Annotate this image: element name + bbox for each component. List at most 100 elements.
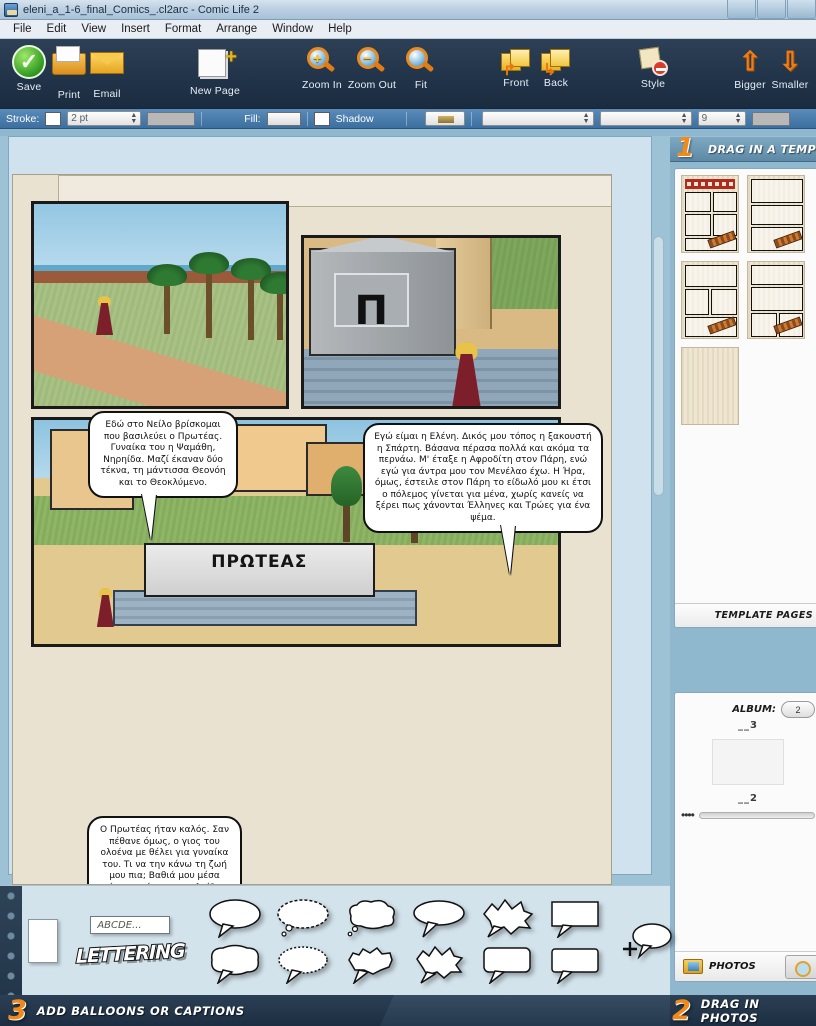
text-color-swatch[interactable] bbox=[751, 111, 790, 126]
work-area: Π ΠΡΩΤΕΑΣ Εδώ στο Νείλο βρίσκομαι που βα… bbox=[0, 133, 816, 982]
menu-edit[interactable]: Edit bbox=[40, 21, 74, 37]
caption-rectangle[interactable] bbox=[547, 898, 603, 938]
template-thumb-2[interactable] bbox=[747, 175, 805, 253]
menu-view[interactable]: View bbox=[74, 21, 113, 37]
stroke-color-swatch[interactable] bbox=[45, 111, 62, 126]
step-number-1: 1 bbox=[676, 133, 695, 163]
speech-oval-wide[interactable] bbox=[411, 898, 467, 938]
new-page-button[interactable]: New Page bbox=[182, 45, 248, 97]
templates-header: 1 DRAG IN A TEMPLATE bbox=[670, 133, 816, 163]
speech-balloon-panel1[interactable]: Εδώ στο Νείλο βρίσκομαι που βασιλεύει ο … bbox=[88, 411, 238, 540]
thumbnail-size-slider[interactable] bbox=[698, 811, 815, 819]
zoom-fit-icon bbox=[406, 47, 436, 77]
send-back-icon: ↳ bbox=[541, 49, 571, 79]
photos-label: PHOTOS bbox=[709, 961, 756, 972]
menu-bar: File Edit View Insert Format Arrange Win… bbox=[0, 20, 816, 39]
email-button[interactable]: Email bbox=[78, 45, 136, 100]
step-3-add-balloons: 3 ADD BALLOONS OR CAPTIONS bbox=[8, 995, 245, 1026]
templates-panel-footer: TEMPLATE PAGES bbox=[675, 603, 816, 627]
album-selector-row[interactable]: ALBUM: 2 bbox=[675, 693, 816, 720]
menu-help[interactable]: Help bbox=[321, 21, 359, 37]
smaller-button[interactable]: ⇩ Smaller bbox=[761, 45, 816, 91]
speech-rounded-jagged[interactable] bbox=[207, 944, 263, 984]
fill-label: Fill: bbox=[244, 112, 261, 125]
menu-insert[interactable]: Insert bbox=[114, 21, 157, 37]
speech-burst-small[interactable] bbox=[411, 944, 467, 984]
balloon-tail bbox=[501, 525, 515, 575]
thumbnail-size-slider-row[interactable]: •••• bbox=[675, 804, 816, 826]
comic-page[interactable]: Π ΠΡΩΤΕΑΣ Εδώ στο Νείλο βρίσκομαι που βα… bbox=[12, 174, 612, 885]
step-2-drag-photos: 2 DRAG IN PHOTOS bbox=[672, 995, 816, 1026]
template-thumb-3[interactable] bbox=[681, 261, 739, 339]
tomb-inscription: ΠΡΩΤΕΑΣ bbox=[211, 552, 308, 573]
canvas-area[interactable]: Π ΠΡΩΤΕΑΣ Εδώ στο Νείλο βρίσκομαι που βα… bbox=[0, 136, 670, 885]
add-balloon-plus-icon[interactable] bbox=[619, 919, 673, 963]
menu-file[interactable]: File bbox=[6, 21, 39, 37]
caption-rounded[interactable] bbox=[479, 944, 535, 984]
speech-balloon-panel2[interactable]: Εγώ είμαι η Ελένη. Δικός μου τόπος η ξακ… bbox=[363, 423, 603, 575]
menu-arrange[interactable]: Arrange bbox=[209, 21, 264, 37]
tomb: ΠΡΩΤΕΑΣ bbox=[144, 543, 375, 597]
image-style-button[interactable] bbox=[424, 111, 465, 126]
shadow-checkbox[interactable] bbox=[313, 111, 330, 126]
maximize-button[interactable] bbox=[757, 0, 786, 19]
template-thumb-1[interactable] bbox=[681, 175, 739, 253]
tray-dotted-edge bbox=[0, 886, 22, 995]
step-2-label: DRAG IN PHOTOS bbox=[700, 996, 760, 1025]
photo-search-icon[interactable] bbox=[785, 954, 816, 979]
speech-burst-star[interactable] bbox=[479, 898, 535, 938]
speech-balloon-panel3[interactable]: Ο Πρωτέας ήταν καλός. Σαν πέθανε όμως, ο… bbox=[87, 816, 242, 884]
palm-tree bbox=[147, 264, 187, 334]
right-sidebar: 1 DRAG IN A TEMPLATE bbox=[670, 133, 816, 982]
balloon-text: Εγώ είμαι η Ελένη. Δικός μου τόπος η ξακ… bbox=[374, 432, 592, 523]
divider bbox=[470, 111, 472, 126]
title-bar: eleni_a_1-6_final_Comics_.cl2arc - Comic… bbox=[0, 0, 816, 20]
stepper-arrows-icon: ▲ ▼ bbox=[680, 111, 688, 125]
divider bbox=[306, 111, 308, 126]
speech-rounded-box[interactable] bbox=[547, 944, 603, 984]
speech-cloud[interactable] bbox=[343, 898, 399, 938]
fill-color-swatch[interactable] bbox=[266, 111, 301, 126]
thought-cloud-dashed[interactable] bbox=[275, 898, 331, 938]
arrow-up-bigger-icon: ⇧ bbox=[739, 46, 761, 76]
template-thumb-4[interactable] bbox=[747, 261, 805, 339]
font-style-select[interactable]: ▲ ▼ bbox=[599, 111, 692, 126]
canvas-vertical-scrollbar[interactable] bbox=[653, 236, 664, 496]
comic-panel-monument[interactable]: Π bbox=[301, 235, 561, 409]
palm-tree bbox=[231, 258, 271, 340]
album-value[interactable]: 2 bbox=[781, 701, 815, 718]
templates-panel[interactable]: TEMPLATE PAGES bbox=[674, 168, 816, 628]
text-sample-box[interactable]: ABCDE... bbox=[90, 916, 171, 934]
step-number-3: 3 bbox=[8, 995, 27, 1026]
window-controls[interactable] bbox=[726, 0, 816, 20]
font-family-select[interactable]: ▲ ▼ bbox=[481, 111, 594, 126]
arrow-down-smaller-icon: ⇩ bbox=[779, 46, 801, 76]
zoom-fit-button[interactable]: Fit bbox=[392, 45, 450, 91]
stroke-style-swatch[interactable] bbox=[147, 111, 196, 126]
font-size-stepper[interactable]: 9 ▲ ▼ bbox=[697, 111, 746, 126]
speech-oval[interactable] bbox=[207, 898, 263, 938]
photos-panel[interactable]: ALBUM: 2 __3 __2 •••• PHOTOS bbox=[674, 692, 816, 982]
template-thumb-blank[interactable] bbox=[681, 347, 739, 425]
monument-plaque: Π bbox=[334, 272, 409, 334]
lettering-shape[interactable]: LETTERING bbox=[75, 939, 186, 969]
close-button[interactable] bbox=[787, 0, 816, 19]
menu-window[interactable]: Window bbox=[265, 21, 320, 37]
balloon-text: Ο Πρωτέας ήταν καλός. Σαν πέθανε όμως, ο… bbox=[100, 825, 229, 884]
style-button[interactable]: Style bbox=[624, 45, 682, 90]
plain-panel-shape[interactable] bbox=[28, 918, 58, 963]
minimize-button[interactable] bbox=[727, 0, 756, 19]
main-toolbar: Save Print Email New Page + Zoom In − Zo… bbox=[0, 39, 816, 109]
text-sample-label: ABCDE... bbox=[97, 919, 142, 931]
properties-bar: Stroke: 2 pt ▲ ▼ Fill: Shadow ▲ ▼ ▲ ▼ 9 ▲ ▼ bbox=[0, 109, 816, 129]
speech-spiky-small[interactable] bbox=[343, 944, 399, 984]
monument: Π bbox=[309, 238, 457, 356]
speech-scalloped[interactable] bbox=[275, 944, 331, 984]
stroke-width-stepper[interactable]: 2 pt ▲ ▼ bbox=[67, 111, 142, 126]
character-helen bbox=[96, 588, 114, 627]
comic-panel-nile[interactable] bbox=[31, 201, 289, 409]
menu-format[interactable]: Format bbox=[158, 21, 208, 37]
photo-thumbnail-placeholder[interactable] bbox=[712, 739, 784, 785]
album-label: ALBUM: bbox=[732, 704, 776, 715]
send-back-button[interactable]: ↳ Back bbox=[527, 45, 585, 89]
